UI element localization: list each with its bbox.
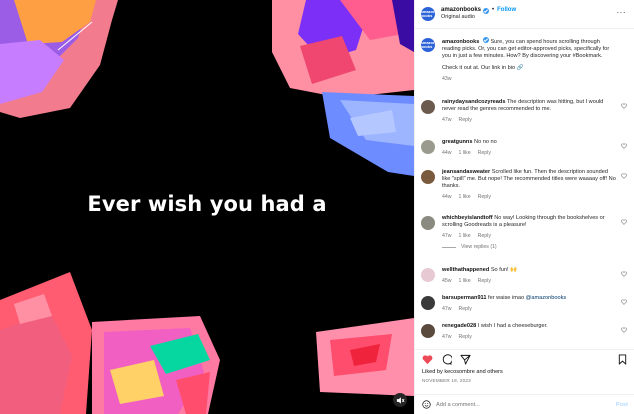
comment-likes[interactable]: 1 like: [459, 233, 471, 239]
avatar[interactable]: [421, 100, 435, 114]
post-side-panel: amazon books amazonbooks • Follow Origin…: [414, 0, 634, 414]
reel-video[interactable]: Ever wish you had a: [0, 0, 414, 414]
view-replies-label: View replies (1): [461, 244, 497, 250]
avatar[interactable]: [421, 268, 435, 282]
comment-text: fer waise imao: [488, 295, 525, 301]
comment-time: 47w: [442, 233, 452, 239]
header-username[interactable]: amazonbooks: [441, 7, 481, 14]
likes-summary[interactable]: Liked by kecosombre and others: [422, 369, 628, 375]
post-date: NOVEMBER 18, 2023: [422, 378, 471, 383]
add-comment-bar: Post: [415, 394, 634, 414]
comment-text: I wish I had a cheeseburger.: [477, 323, 548, 329]
reply-button[interactable]: Reply: [459, 306, 472, 312]
mute-button[interactable]: [393, 393, 407, 407]
like-heart-icon[interactable]: [621, 173, 627, 179]
comment-text: So fun! 🙌: [490, 267, 518, 273]
comment-time: 44w: [442, 194, 452, 200]
comment-bubble-icon[interactable]: [441, 353, 452, 365]
comment-time: 44w: [442, 150, 452, 156]
comment-text: No no no: [474, 139, 497, 145]
reply-button[interactable]: Reply: [478, 233, 491, 239]
comment-item: barsuperman911 fer waise imao @amazonboo…: [421, 295, 627, 323]
like-heart-icon[interactable]: [621, 299, 627, 305]
post-header: amazon books amazonbooks • Follow Origin…: [415, 0, 634, 29]
verified-badge-icon: [483, 7, 490, 14]
comment-likes[interactable]: 1 like: [459, 150, 471, 156]
comment-username[interactable]: wellthathappened: [442, 267, 489, 273]
avatar[interactable]: [421, 324, 435, 338]
reply-button[interactable]: Reply: [478, 194, 491, 200]
post-caption: amazon books amazonbooks Sure, you can s…: [421, 37, 627, 99]
comment-likes[interactable]: 1 like: [459, 194, 471, 200]
like-button-heart-icon[interactable]: [422, 354, 433, 365]
reply-button[interactable]: Reply: [459, 334, 472, 340]
avatar[interactable]: [421, 296, 435, 310]
comment-item: rainydaysandcozyreads The description wa…: [421, 99, 627, 139]
comment-time: 45w: [442, 278, 452, 284]
avatar-text: amazon books: [421, 40, 435, 49]
view-replies-button[interactable]: View replies (1): [442, 244, 617, 250]
like-heart-icon[interactable]: [621, 219, 627, 225]
post-actions: Liked by kecosombre and others NOVEMBER …: [415, 349, 634, 383]
save-bookmark-icon[interactable]: [617, 353, 628, 365]
caption-text: amazonbooks Sure, you can spend hours sc…: [442, 37, 617, 60]
avatar[interactable]: amazon books: [421, 7, 435, 21]
emoji-smiley-icon[interactable]: [422, 400, 431, 409]
comment-item: whichbeyislandtoff No way! Looking throu…: [421, 215, 627, 267]
like-heart-icon[interactable]: [621, 327, 627, 333]
comment-time: 47w: [442, 117, 452, 123]
verified-badge-icon: [482, 37, 489, 43]
avatar[interactable]: [421, 170, 435, 184]
avatar[interactable]: [421, 140, 435, 154]
comment-time: 47w: [442, 334, 452, 340]
video-overlay-text: Ever wish you had a: [87, 192, 327, 216]
comment-item: wellthathappened So fun! 🙌 45w 1 like Repl…: [421, 267, 627, 295]
audio-subtitle[interactable]: Original audio: [441, 14, 516, 20]
reply-button[interactable]: Reply: [478, 150, 491, 156]
caption-time: 43w: [442, 76, 452, 82]
like-heart-icon[interactable]: [621, 271, 627, 277]
speaker-muted-icon: [396, 396, 404, 404]
comment-username[interactable]: jeansandasweater: [442, 169, 490, 175]
like-heart-icon[interactable]: [621, 103, 627, 109]
comment-time: 47w: [442, 306, 452, 312]
share-send-icon[interactable]: [460, 354, 471, 365]
comment-username[interactable]: barsuperman911: [442, 295, 486, 301]
comments-section[interactable]: amazon books amazonbooks Sure, you can s…: [415, 29, 634, 345]
reply-button[interactable]: Reply: [459, 117, 472, 123]
comment-username[interactable]: renegade028: [442, 323, 476, 329]
comment-input[interactable]: [436, 401, 616, 408]
separator-dot: •: [492, 7, 495, 14]
post-comment-button[interactable]: Post: [616, 402, 628, 408]
avatar[interactable]: amazon books: [421, 38, 435, 52]
comment-likes[interactable]: 1 like: [459, 278, 471, 284]
comment-username[interactable]: whichbeyislandtoff: [442, 215, 493, 221]
caption-username[interactable]: amazonbooks: [442, 39, 479, 45]
comment-username[interactable]: rainydaysandcozyreads: [442, 99, 505, 105]
comment-item: jeansandasweater Scrolled like fun. Then…: [421, 169, 627, 215]
comment-item: greatgunns No no no 44w 1 like Reply: [421, 139, 627, 169]
like-heart-icon[interactable]: [621, 143, 627, 149]
caption-link-line: Check it out at. Our link in bio 🔗: [442, 65, 524, 71]
reply-button[interactable]: Reply: [478, 278, 491, 284]
avatar-text: amazon books: [421, 9, 435, 18]
comment-item: renegade028 I wish I had a cheeseburger.…: [421, 323, 627, 345]
comment-username[interactable]: greatgunns: [442, 139, 472, 145]
follow-button[interactable]: Follow: [497, 7, 516, 14]
comment-mention[interactable]: @amazonbooks: [526, 295, 567, 301]
avatar[interactable]: [421, 216, 435, 230]
replies-divider: [442, 246, 456, 248]
more-options-icon[interactable]: ···: [617, 9, 627, 17]
